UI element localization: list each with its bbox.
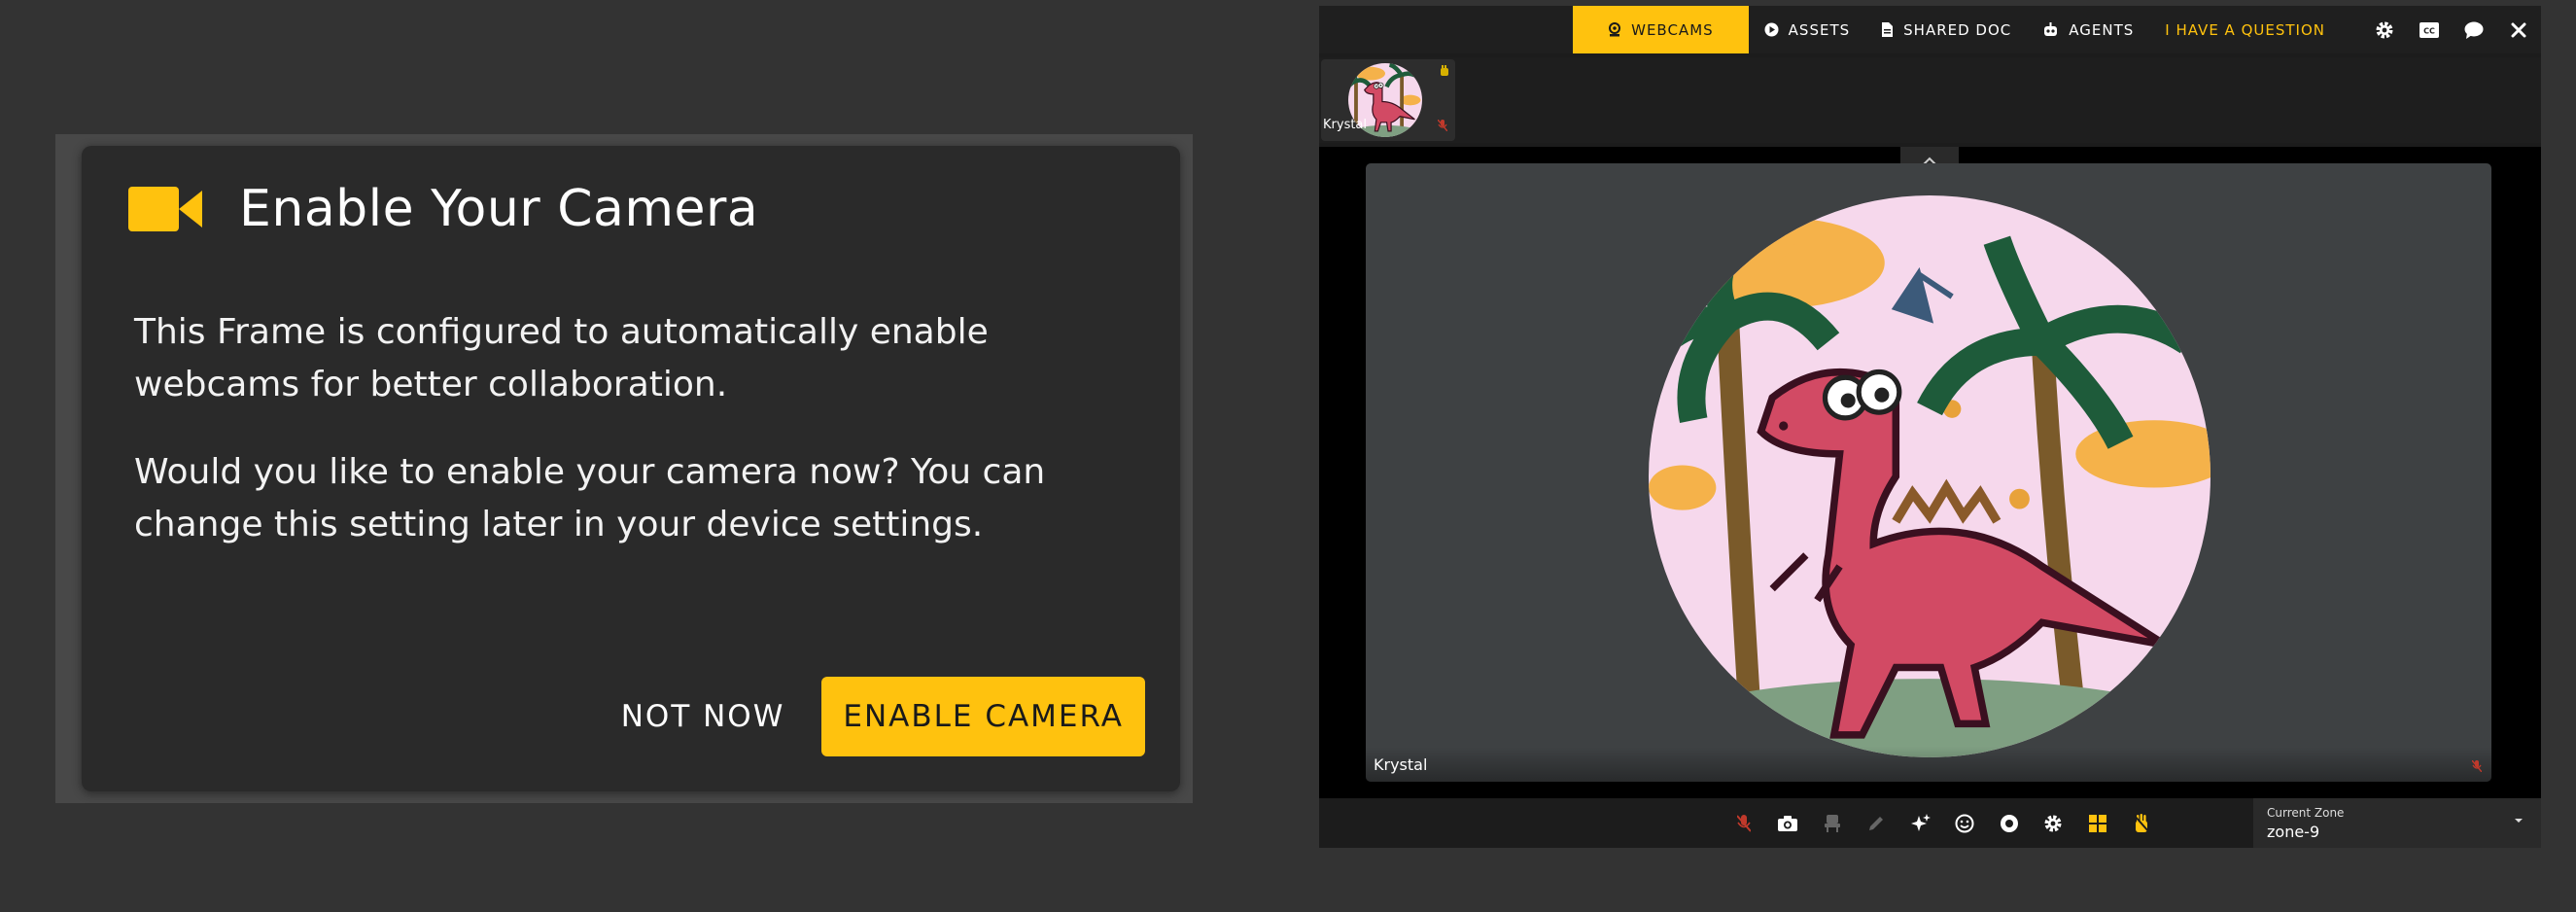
mic-muted-icon [2472, 760, 2482, 772]
close-button[interactable] [2496, 6, 2541, 53]
seat-icon [1824, 814, 1840, 832]
tab-shared-doc-label: SHARED DOC [1903, 20, 2012, 39]
control-buttons [1722, 798, 2164, 848]
close-icon [2511, 22, 2526, 37]
participant-thumbnail[interactable]: Krystal [1321, 59, 1455, 141]
main-video-name: Krystal [1374, 755, 1428, 774]
tab-assets[interactable]: ASSETS [1749, 6, 1865, 53]
video-camera-icon [128, 187, 202, 231]
camera-button[interactable] [1766, 798, 1811, 848]
device-settings-button[interactable] [2032, 798, 2076, 848]
dialog-paragraph-question: Would you like to enable your camera now… [134, 452, 1046, 544]
layout-button[interactable] [2075, 798, 2120, 848]
settings-button[interactable] [2362, 6, 2407, 53]
dialog-title: Enable Your Camera [239, 180, 759, 238]
dialog-actions: NOT NOW ENABLE CAMERA [600, 677, 1145, 756]
webcam-icon [1609, 22, 1621, 37]
robot-icon [2044, 22, 2058, 36]
raise-hand-icon [2133, 813, 2150, 833]
sparkle-icon [1910, 813, 1931, 831]
dialog-paragraph-config: This Frame is configured to automaticall… [134, 312, 989, 404]
gear-icon [2044, 815, 2062, 831]
main-video-avatar [1649, 195, 2210, 757]
mic-muted-icon [1438, 120, 1447, 131]
raise-hand-icon [1441, 65, 1448, 76]
main-video-tile[interactable]: Krystal [1366, 163, 2491, 782]
record-icon [2000, 814, 2018, 832]
grid-icon [2088, 814, 2106, 832]
top-nav-bar: WEBCAMS ASSETS SHARED DOC AGENTS I HAVE … [1319, 6, 2541, 53]
tab-agents[interactable]: AGENTS [2027, 6, 2149, 53]
dinosaur-avatar-icon [1649, 195, 2210, 757]
dialog-body: This Frame is configured to automaticall… [134, 306, 1135, 586]
tab-agents-label: AGENTS [2069, 20, 2135, 39]
camera-icon [1778, 815, 1798, 831]
emoji-icon [1955, 814, 1974, 832]
tab-assets-label: ASSETS [1788, 20, 1851, 39]
gear-icon [2376, 21, 2393, 38]
play-circle-icon [1764, 22, 1779, 37]
cc-label: CC [2423, 26, 2435, 35]
participant-name: Krystal [1323, 118, 1368, 132]
tab-webcams[interactable]: WEBCAMS [1573, 6, 1749, 53]
not-now-button[interactable]: NOT NOW [600, 677, 807, 756]
video-footer [1366, 747, 2491, 782]
record-button[interactable] [1987, 798, 2032, 848]
emoji-button[interactable] [1943, 798, 1988, 848]
enable-camera-dialog: Enable Your Camera This Frame is configu… [82, 146, 1180, 791]
seat-button[interactable] [1810, 798, 1855, 848]
video-stage: Krystal [1319, 147, 2541, 798]
app-window: WEBCAMS ASSETS SHARED DOC AGENTS I HAVE … [1319, 6, 2541, 848]
mute-button[interactable] [1722, 798, 1766, 848]
chevron-down-icon [2515, 819, 2523, 823]
zone-value: zone-9 [2267, 823, 2320, 841]
pencil-icon [1869, 816, 1884, 830]
effects-button[interactable] [1898, 798, 1943, 848]
tab-shared-doc[interactable]: SHARED DOC [1865, 6, 2027, 53]
question-button[interactable]: I HAVE A QUESTION [2149, 6, 2341, 53]
dialog-header: Enable Your Camera [128, 175, 758, 243]
chat-button[interactable] [2452, 6, 2496, 53]
draw-button[interactable] [1855, 798, 1899, 848]
tab-webcams-label: WEBCAMS [1631, 20, 1714, 39]
raise-hand-button[interactable] [2120, 798, 2165, 848]
enable-camera-button[interactable]: ENABLE CAMERA [821, 677, 1145, 756]
captions-button[interactable]: CC [2407, 6, 2452, 53]
participant-strip: Krystal [1319, 57, 2541, 143]
closed-captions-icon: CC [2419, 21, 2439, 38]
document-icon [1882, 22, 1894, 37]
bottom-control-bar: Current Zone zone-9 [1319, 798, 2541, 848]
zone-label: Current Zone [2267, 806, 2345, 820]
mic-muted-icon [1736, 814, 1751, 832]
chat-icon [2464, 21, 2484, 39]
zone-selector[interactable]: Current Zone zone-9 [2253, 798, 2541, 848]
